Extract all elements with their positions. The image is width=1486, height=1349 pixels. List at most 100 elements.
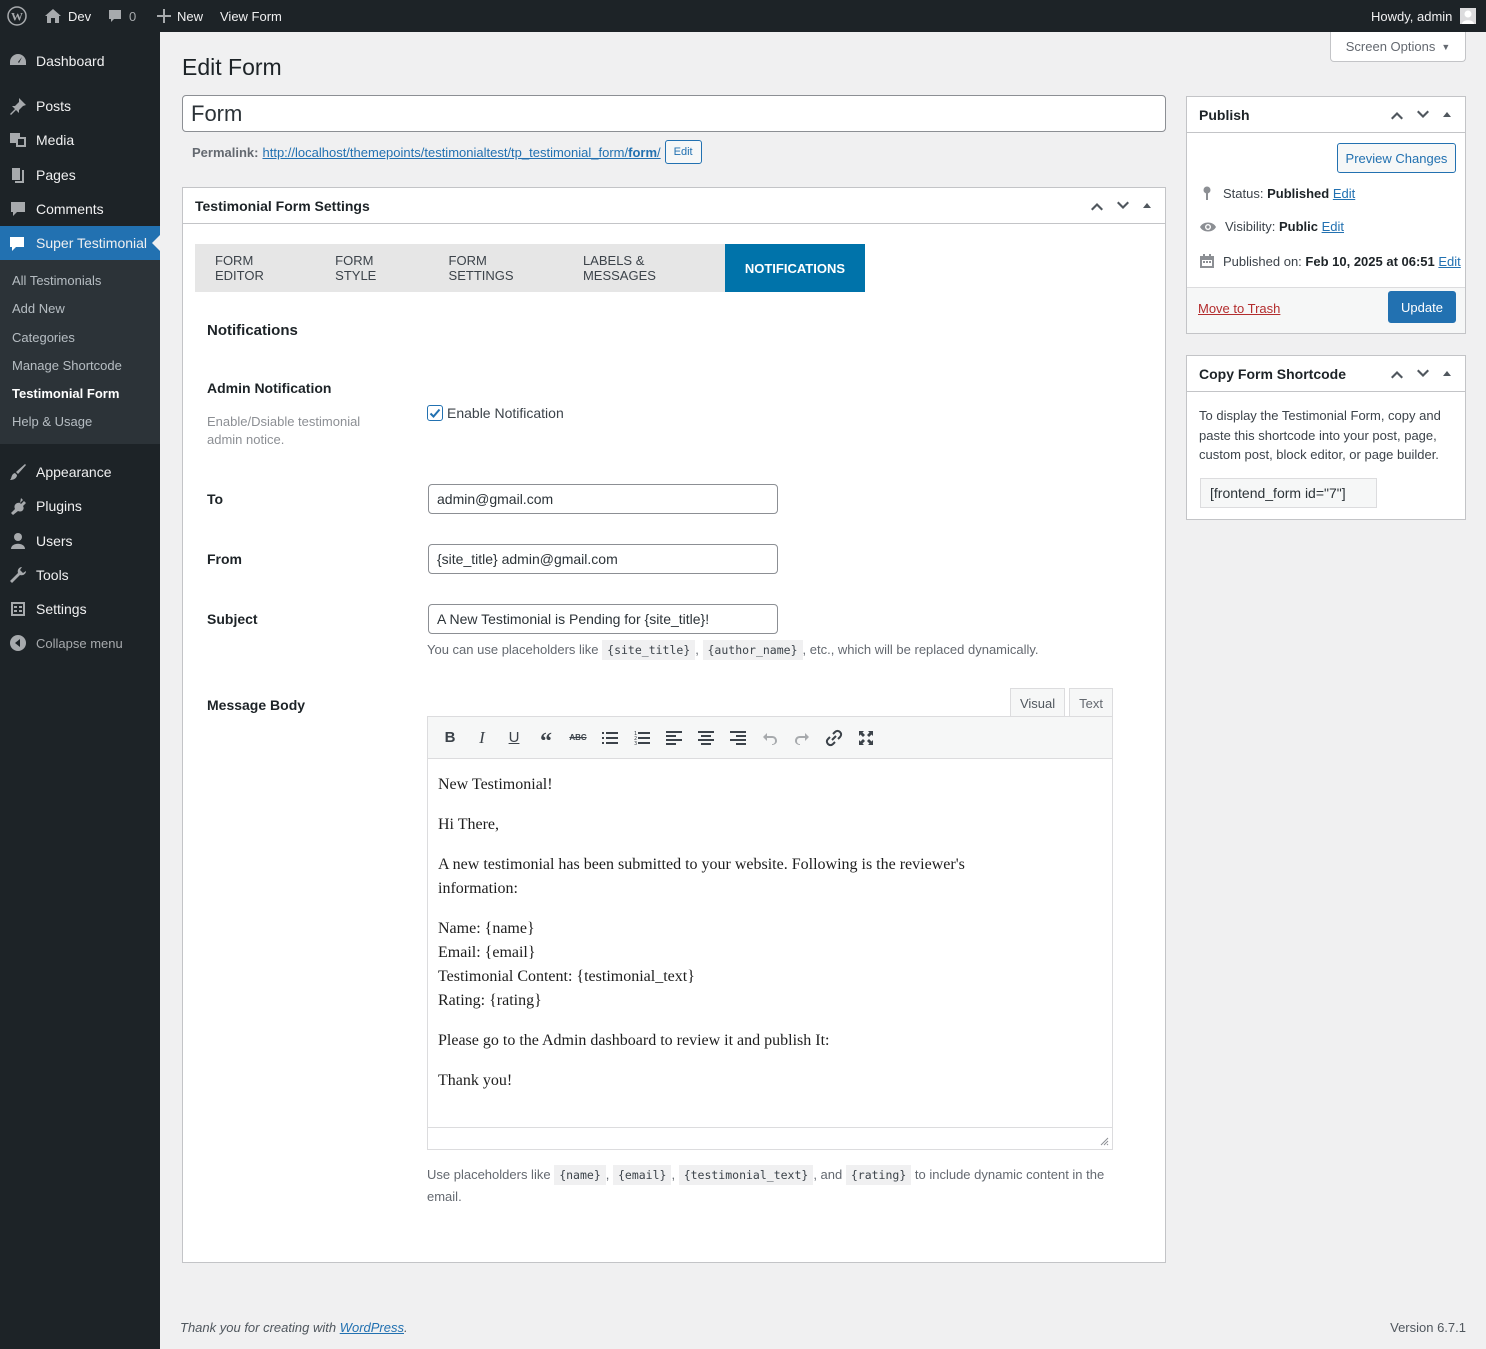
tab-labels-messages[interactable]: Labels & Messages — [563, 244, 725, 292]
shortcode-field[interactable]: [frontend_form id="7"] — [1200, 478, 1377, 508]
editor-mode-tabs: Visual Text — [1009, 688, 1113, 717]
my-account-link[interactable]: Howdy, admin — [1371, 0, 1477, 32]
settings-tabs: Form Editor Form Style Form Settings Lab… — [195, 244, 865, 292]
align-center-icon[interactable] — [690, 723, 722, 753]
comment-icon — [0, 199, 36, 219]
wordpress-logo-icon[interactable]: W — [7, 0, 27, 32]
pin-icon — [1203, 186, 1211, 200]
move-up-icon[interactable] — [1389, 366, 1405, 382]
to-email-field[interactable]: admin@gmail.com — [428, 484, 778, 514]
edit-date-link[interactable]: Edit — [1438, 254, 1460, 269]
svg-text:3: 3 — [634, 741, 637, 745]
menu-item-plugins[interactable]: Plugins — [0, 489, 160, 523]
bold-icon[interactable]: B — [434, 723, 466, 753]
editor-content[interactable]: New Testimonial! Hi There, A new testimo… — [428, 759, 1112, 1123]
menu-label: Media — [36, 132, 75, 148]
strikethrough-icon[interactable]: ABC — [562, 723, 594, 753]
admin-notification-label: Admin Notification — [207, 380, 332, 396]
content-line: Testimonial Content: {testimonial_text} — [438, 968, 695, 985]
menu-item-dashboard[interactable]: Dashboard — [0, 44, 160, 78]
tab-form-style[interactable]: Form Style — [315, 244, 428, 292]
toggle-panel-icon[interactable] — [1141, 200, 1153, 212]
from-field[interactable]: {site_title} admin@gmail.com — [428, 544, 778, 574]
move-down-icon[interactable] — [1115, 198, 1131, 214]
move-down-icon[interactable] — [1415, 107, 1431, 123]
undo-icon[interactable] — [754, 723, 786, 753]
redo-icon[interactable] — [786, 723, 818, 753]
italic-icon[interactable]: I — [466, 723, 498, 753]
align-left-icon[interactable] — [658, 723, 690, 753]
submenu-item-add-new[interactable]: Add New — [12, 301, 65, 316]
move-up-icon[interactable] — [1089, 198, 1105, 214]
blockquote-icon[interactable]: “ — [530, 723, 562, 755]
submenu-item-help-usage[interactable]: Help & Usage — [12, 414, 92, 429]
hint-text: Use placeholders like — [427, 1167, 551, 1182]
menu-item-posts[interactable]: Posts — [0, 89, 160, 123]
edit-permalink-button[interactable]: Edit — [664, 140, 702, 164]
comments-link[interactable]: 0 — [107, 0, 136, 32]
bullet-list-icon[interactable] — [594, 723, 626, 753]
tab-form-settings[interactable]: Form Settings — [429, 244, 563, 292]
link-icon[interactable] — [818, 723, 850, 753]
enable-notification-label: Enable Notification — [447, 405, 564, 421]
tab-text[interactable]: Text — [1069, 688, 1113, 717]
menu-item-super-testimonial[interactable]: Super Testimonial — [0, 226, 160, 260]
post-title-input[interactable] — [182, 95, 1166, 132]
move-up-icon[interactable] — [1389, 107, 1405, 123]
tab-notifications[interactable]: Notifications — [724, 244, 865, 292]
submenu-item-categories[interactable]: Categories — [12, 330, 75, 345]
preview-changes-button[interactable]: Preview Changes — [1337, 143, 1456, 173]
menu-item-pages[interactable]: Pages — [0, 158, 160, 192]
fullscreen-icon[interactable] — [850, 723, 882, 753]
menu-item-appearance[interactable]: Appearance — [0, 455, 160, 489]
menu-item-users[interactable]: Users — [0, 524, 160, 558]
tab-form-editor[interactable]: Form Editor — [195, 244, 315, 292]
subject-field[interactable]: A New Testimonial is Pending for {site_t… — [428, 604, 778, 634]
comment-icon — [109, 10, 121, 22]
resize-handle-icon[interactable] — [1099, 1136, 1109, 1146]
menu-item-comments[interactable]: Comments — [0, 192, 160, 226]
new-content-link[interactable]: New — [157, 0, 203, 32]
avatar — [1460, 8, 1477, 24]
toggle-panel-icon[interactable] — [1441, 368, 1453, 380]
footer-text: Thank you for creating with — [180, 1320, 337, 1335]
site-name-link[interactable]: Dev — [44, 0, 91, 32]
align-right-icon[interactable] — [722, 723, 754, 753]
menu-item-media[interactable]: Media — [0, 123, 160, 157]
view-form-link[interactable]: View Form — [220, 0, 282, 32]
menu-label: Settings — [36, 601, 87, 617]
menu-label: Plugins — [36, 498, 82, 514]
update-button[interactable]: Update — [1388, 291, 1456, 323]
copy-shortcode-box: Copy Form Shortcode To display the Testi… — [1186, 355, 1466, 520]
permalink-link[interactable]: http://localhost/themepoints/testimonial… — [262, 145, 660, 160]
wordpress-link[interactable]: WordPress — [340, 1320, 404, 1335]
tab-visual[interactable]: Visual — [1009, 688, 1066, 717]
enable-notification-checkbox[interactable] — [427, 405, 443, 421]
numbered-list-icon[interactable]: 123 — [626, 723, 658, 753]
users-icon — [0, 531, 36, 551]
submenu-item-manage-shortcode[interactable]: Manage Shortcode — [12, 358, 122, 373]
collapse-label: Collapse menu — [36, 635, 123, 651]
postbox-title: Publish — [1199, 106, 1250, 123]
shortcode-description: To display the Testimonial Form, copy an… — [1199, 408, 1441, 462]
hint-text: , — [695, 642, 699, 657]
move-down-icon[interactable] — [1415, 366, 1431, 382]
menu-item-tools[interactable]: Tools — [0, 558, 160, 592]
permalink-url-base: http://localhost/themepoints/testimonial… — [262, 144, 629, 160]
checkmark-icon — [429, 408, 441, 418]
subject-hint: You can use placeholders like {site_titl… — [427, 639, 1039, 661]
menu-label: Pages — [36, 167, 76, 183]
submenu-item-testimonial-form[interactable]: Testimonial Form — [12, 386, 119, 401]
submenu-item-all-testimonials[interactable]: All Testimonials — [12, 273, 101, 288]
page-title: Edit Form — [182, 54, 282, 80]
screen-options-button[interactable]: Screen Options ▼ — [1330, 32, 1466, 62]
menu-item-settings[interactable]: Settings — [0, 592, 160, 626]
collapse-icon — [0, 634, 36, 652]
edit-visibility-link[interactable]: Edit — [1322, 219, 1344, 234]
menu-label: Super Testimonial — [36, 235, 148, 251]
underline-icon[interactable]: U — [498, 723, 530, 753]
move-to-trash-link[interactable]: Move to Trash — [1198, 301, 1280, 316]
toggle-panel-icon[interactable] — [1441, 109, 1453, 121]
edit-status-link[interactable]: Edit — [1333, 186, 1355, 201]
collapse-menu-button[interactable]: Collapse menu — [0, 626, 160, 660]
